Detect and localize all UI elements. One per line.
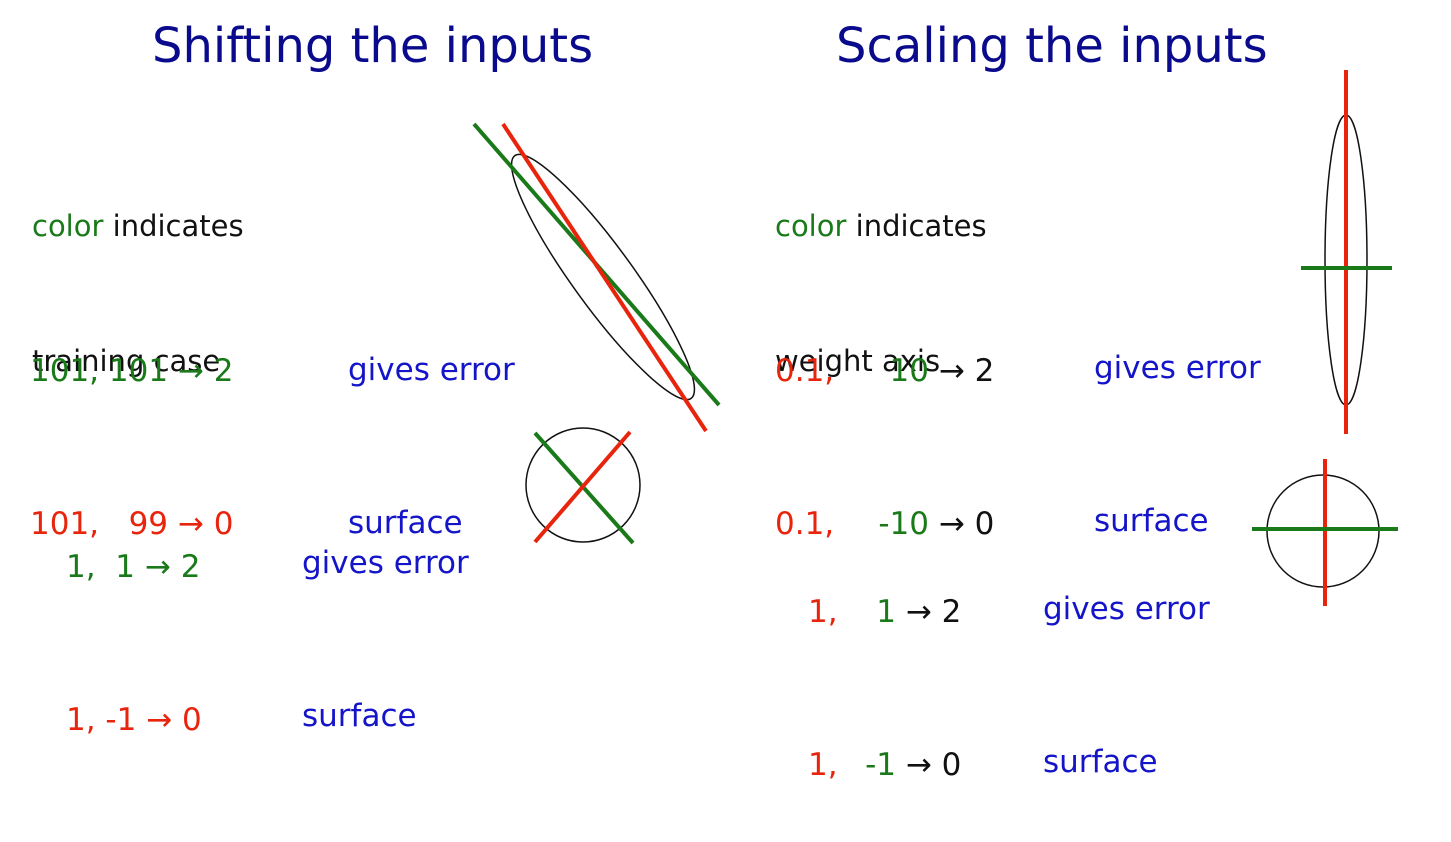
left-block2-case-2: 1, -1 → 0 (66, 702, 202, 738)
right-block2-case-2: 1, -1 → 0 (808, 747, 962, 783)
left-block2-gives-line2: surface (302, 698, 417, 734)
right-elongated-error-surface (1252, 70, 1398, 606)
right-block2-gives-line2: surface (1043, 744, 1158, 780)
